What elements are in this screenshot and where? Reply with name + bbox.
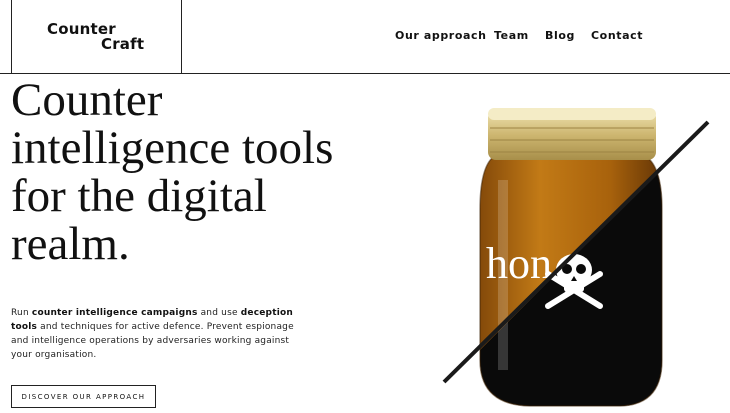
- hero-title: Counter intelligence tools for the digit…: [11, 76, 411, 268]
- nav-link-team[interactable]: Team: [494, 29, 529, 42]
- hero-text-emphasis: counter intelligence campaigns: [31, 308, 198, 318]
- hero-title-line: realm.: [11, 218, 130, 270]
- hero-title-line: intelligence tools: [11, 122, 334, 174]
- nav-link-contact[interactable]: Contact: [591, 29, 643, 42]
- hero-text-part: and techniques for active defence. Preve…: [11, 322, 294, 360]
- jar-label-text: hon: [486, 239, 552, 288]
- site-header: Counter Craft Our approach Team Blog Con…: [0, 0, 730, 74]
- hero-text-part: Run: [11, 308, 32, 318]
- nav-link-blog[interactable]: Blog: [545, 29, 575, 42]
- hero-text-part: and use: [197, 308, 241, 318]
- logo[interactable]: Counter Craft: [11, 0, 182, 74]
- hero-title-line: Counter: [11, 74, 163, 126]
- discover-approach-button[interactable]: DISCOVER OUR APPROACH: [11, 385, 156, 408]
- honey-poison-jar-image: hon: [442, 108, 710, 407]
- hero-description: Run counter intelligence campaigns and u…: [11, 306, 311, 362]
- hero-title-line: for the digital: [11, 170, 267, 222]
- nav-link-our-approach[interactable]: Our approach: [395, 29, 487, 42]
- logo-word-craft: Craft: [101, 35, 145, 53]
